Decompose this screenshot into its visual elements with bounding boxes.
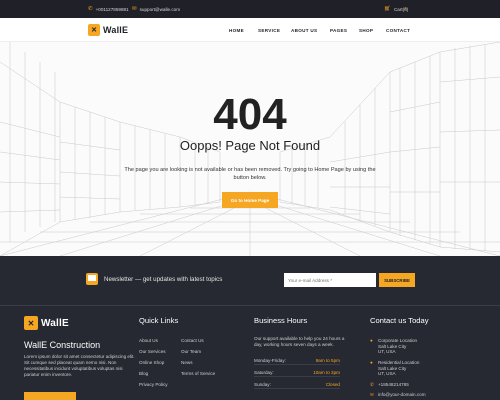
footer-logo[interactable]: ✕ WallE xyxy=(24,316,69,330)
footer-logo-text: WallE xyxy=(41,317,69,329)
newsletter-email-input[interactable] xyxy=(284,273,376,287)
quick-links-heading: Quick Links xyxy=(139,316,179,325)
nav-home[interactable]: HOME xyxy=(229,18,244,42)
footer-link-terms[interactable]: Terms of Service xyxy=(181,371,215,376)
hours-row: Saturday: 10am to 3pm xyxy=(254,368,340,377)
envelope-icon: ✉ xyxy=(132,6,137,12)
hours-time: Closed xyxy=(325,382,340,387)
logo-tools-icon: ✕ xyxy=(24,316,38,330)
footer-brand-name: WallE Construction xyxy=(24,340,101,350)
contact-residential: ● Residential Location Salt Lake City UT… xyxy=(370,360,419,377)
footer-about-text: Lorem ipsum dolor sit amet consectetur a… xyxy=(24,354,135,377)
contact-line: UT, USA xyxy=(378,371,396,377)
footer-link-contact-us[interactable]: Contact Us xyxy=(181,338,204,343)
error-message: The page you are looking is not availabl… xyxy=(124,167,376,181)
envelope-icon: ✉ xyxy=(370,392,374,397)
contact-heading: Contact us Today xyxy=(370,316,429,325)
footer-link-online-shop[interactable]: Online Shop xyxy=(139,360,164,365)
contact-email[interactable]: ✉ info@your-domain.com xyxy=(370,392,426,398)
footer-link-blog[interactable]: Blog xyxy=(139,371,148,376)
hours-row: Monday-Friday: 9am to 5pm xyxy=(254,356,340,365)
hours-day: Saturday: xyxy=(254,370,274,375)
logo-text: WallE xyxy=(103,25,129,35)
hero-404: 404 Oopps! Page Not Found The page you a… xyxy=(0,42,500,256)
location-pin-icon: ● xyxy=(370,338,373,343)
footer-link-about-us[interactable]: About Us xyxy=(139,338,158,343)
footer: ✕ WallE WallE Construction Lorem ipsum d… xyxy=(0,306,500,400)
mail-icon xyxy=(86,273,98,285)
nav-about-us[interactable]: ABOUT US xyxy=(291,18,317,42)
contact-corporate: ● Corporate Location Salt Lake City UT, … xyxy=(370,338,417,355)
footer-link-news[interactable]: News xyxy=(181,360,193,365)
newsletter-bar: Newsletter — get updates with latest top… xyxy=(0,256,500,306)
hours-time: 9am to 5pm xyxy=(315,358,340,363)
phone-icon: ✆ xyxy=(88,6,93,12)
main-header: ✕ WallE HOME SERVICE ABOUT US PAGES SHOP… xyxy=(0,18,500,42)
contact-phone[interactable]: ✆ +18548214785 xyxy=(370,382,409,388)
nav-shop[interactable]: SHOP xyxy=(359,18,373,42)
footer-accent-bar xyxy=(24,392,76,400)
phone-contact[interactable]: ✆ +001127859881 xyxy=(88,0,129,18)
hours-day: Monday-Friday: xyxy=(254,358,286,363)
error-title: Oopps! Page Not Found xyxy=(179,138,321,153)
business-hours-heading: Business Hours xyxy=(254,316,308,325)
nav-pages[interactable]: PAGES xyxy=(330,18,347,42)
nav-service[interactable]: SERVICE xyxy=(258,18,280,42)
email-address[interactable]: support@walle.com xyxy=(140,7,180,12)
nav-contact[interactable]: CONTACT xyxy=(386,18,410,42)
search-button[interactable]: ⌕ xyxy=(404,0,407,18)
contact-line: UT, USA xyxy=(378,349,396,355)
logo-tools-icon: ✕ xyxy=(88,24,100,36)
subscribe-button[interactable]: SUBSCRIBE xyxy=(379,273,415,287)
phone-number[interactable]: +001127859881 xyxy=(96,7,129,12)
site-logo[interactable]: ✕ WallE xyxy=(88,23,128,37)
contact-label: Residential Location xyxy=(378,360,420,365)
footer-link-our-team[interactable]: Our Team xyxy=(181,349,201,354)
hours-row: Sunday: Closed xyxy=(254,380,340,389)
search-icon[interactable]: ⌕ xyxy=(404,6,407,13)
location-pin-icon: ● xyxy=(370,360,373,365)
go-home-button[interactable]: Go to Home Page xyxy=(222,192,278,208)
email-contact[interactable]: ✉ support@walle.com xyxy=(132,0,180,18)
phone-icon: ✆ xyxy=(370,382,374,387)
footer-link-our-services[interactable]: Our Services xyxy=(139,349,166,354)
hours-time: 10am to 3pm xyxy=(313,370,340,375)
footer-link-privacy-policy[interactable]: Privacy Policy xyxy=(139,382,168,387)
contact-label: Corporate Location xyxy=(378,338,418,343)
business-hours-text: Our support available to help you 24 hou… xyxy=(254,336,345,347)
newsletter-text: Newsletter — get updates with latest top… xyxy=(104,275,223,283)
hours-day: Sunday: xyxy=(254,382,271,387)
error-code: 404 xyxy=(213,90,287,139)
cart-icon: 🛒︎ xyxy=(384,6,391,12)
top-bar: ✆ +001127859881 ✉ support@walle.com 🛒︎ C… xyxy=(0,0,500,18)
contact-email-address[interactable]: info@your-domain.com xyxy=(378,392,426,398)
contact-phone-number[interactable]: +18548214785 xyxy=(378,382,409,388)
